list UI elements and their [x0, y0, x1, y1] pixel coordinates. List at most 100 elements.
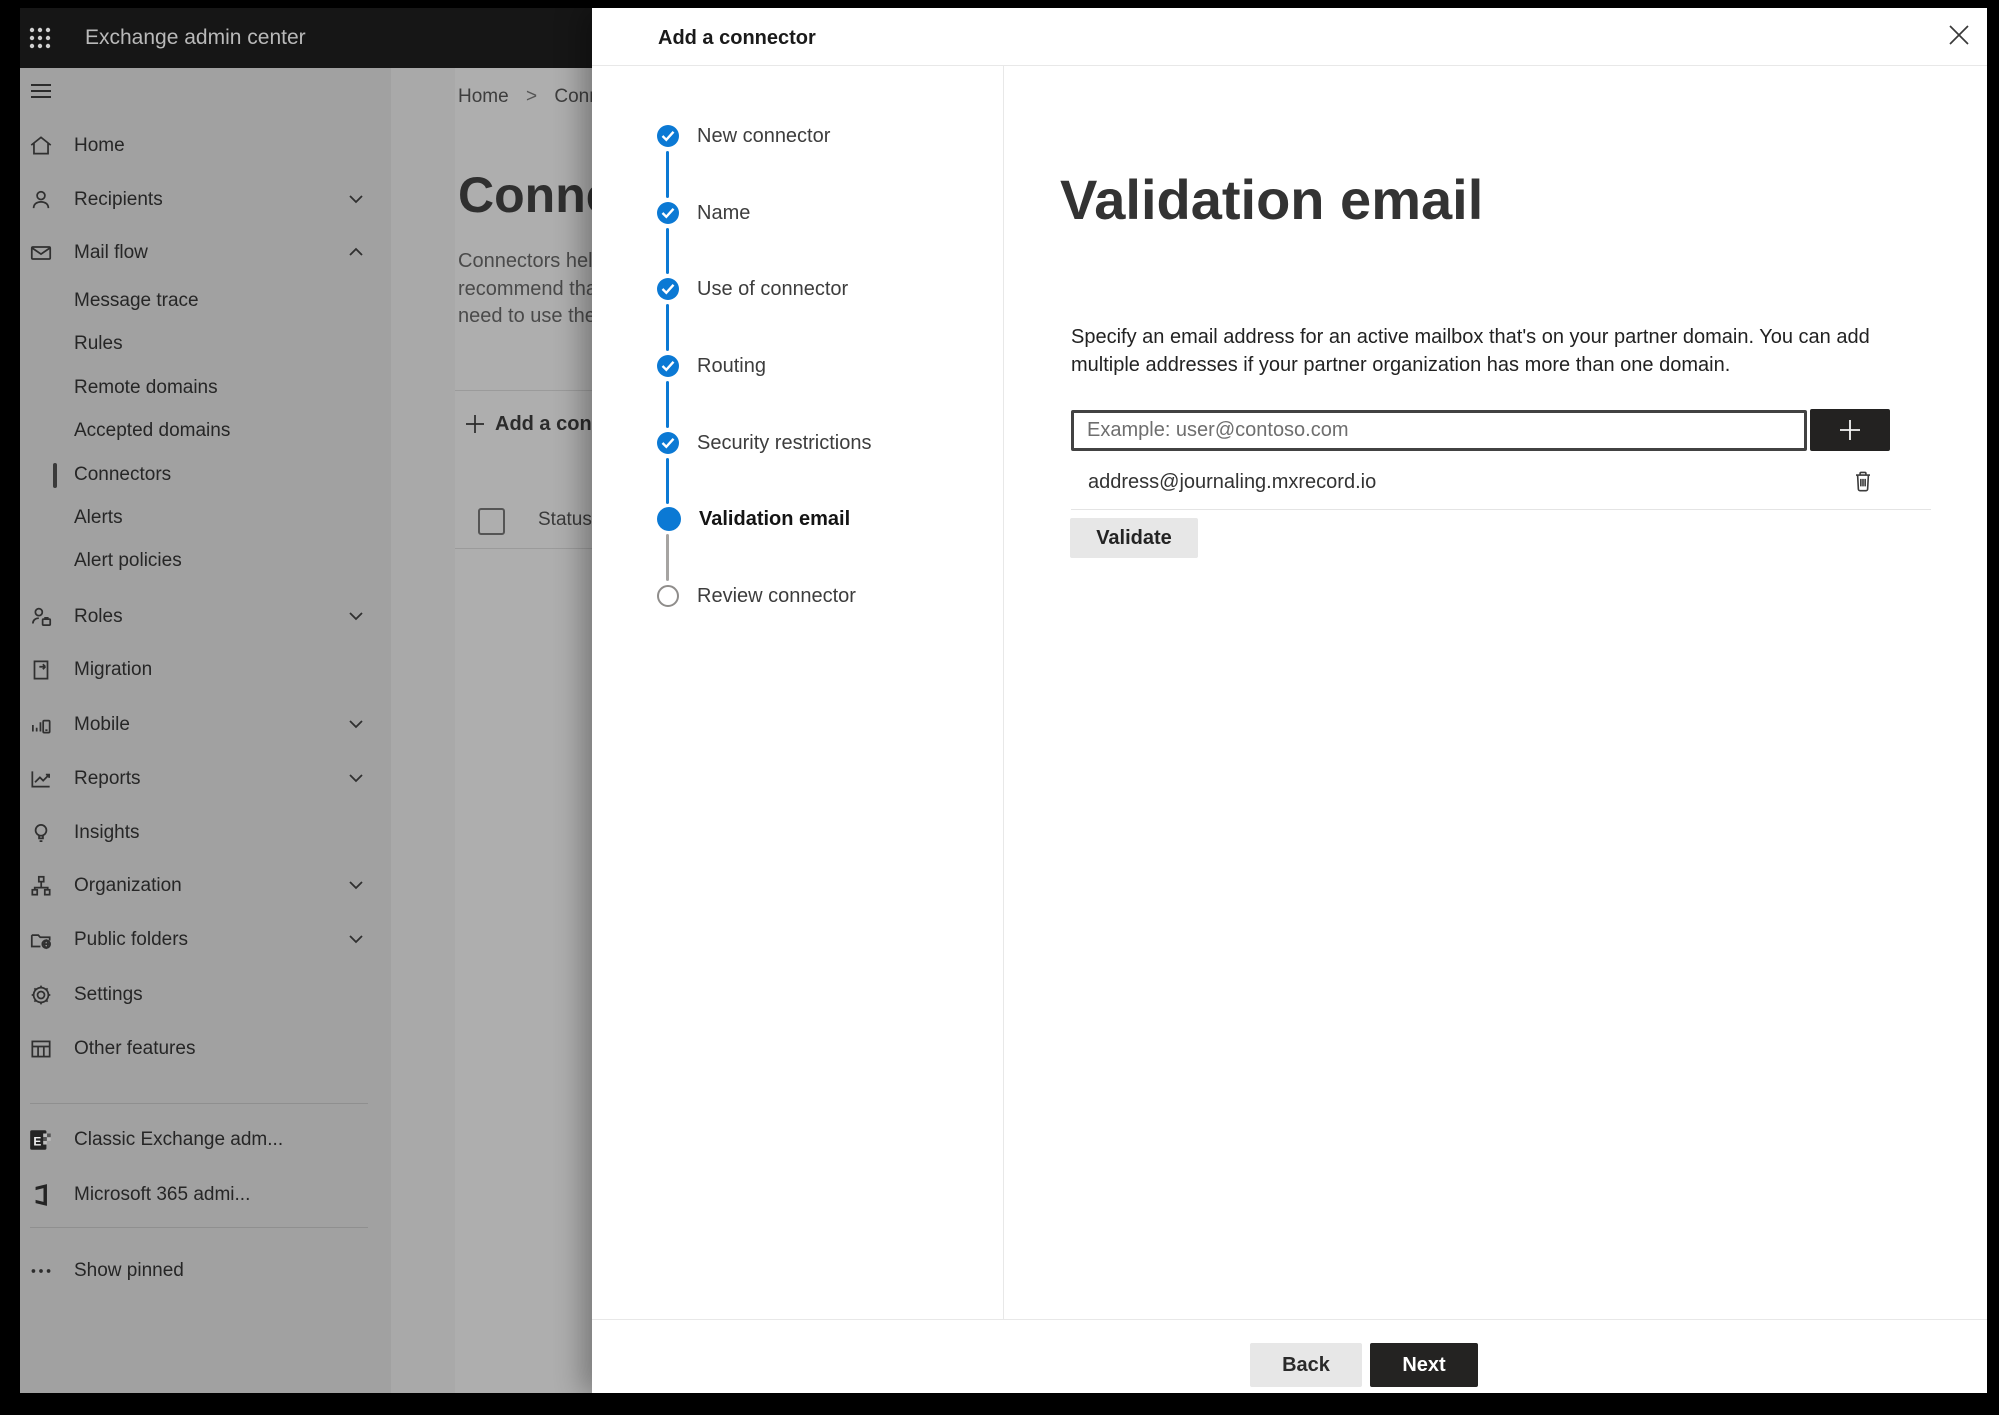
step-security-restrictions[interactable]: Security restrictions [657, 423, 872, 463]
sidebar-item-alerts[interactable]: Alerts [20, 498, 391, 538]
breadcrumb-separator: > [525, 86, 538, 107]
sidebar-divider [30, 1103, 368, 1104]
ellipsis-icon [28, 1258, 54, 1284]
sidebar-item-label: Reports [74, 768, 141, 789]
step-label: Name [697, 201, 751, 224]
sidebar-item-classic-exchange-admin[interactable]: E Classic Exchange adm... [20, 1120, 391, 1160]
chevron-down-icon [348, 933, 364, 945]
sidebar-item-label: Message trace [74, 290, 199, 311]
chevron-down-icon [348, 772, 364, 784]
sidebar-item-label: Roles [74, 606, 123, 627]
app-launcher-icon[interactable] [28, 26, 52, 50]
dialog-header-divider [592, 65, 1987, 66]
sidebar-item-settings[interactable]: Settings [20, 975, 391, 1015]
intro-line: recommend tha [458, 277, 597, 300]
chevron-up-icon [348, 246, 364, 258]
sidebar-item-mobile[interactable]: Mobile [20, 705, 391, 745]
organization-icon [28, 873, 54, 899]
step-connector-line [665, 151, 669, 198]
sidebar-item-accepted-domains[interactable]: Accepted domains [20, 411, 391, 451]
sidebar-item-alert-policies[interactable]: Alert policies [20, 541, 391, 581]
sidebar-item-migration[interactable]: Migration [20, 650, 391, 690]
sidebar-item-remote-domains[interactable]: Remote domains [20, 368, 391, 408]
sidebar-item-organization[interactable]: Organization [20, 866, 391, 906]
step-new-connector[interactable]: New connector [657, 116, 830, 156]
email-input[interactable] [1071, 410, 1807, 451]
sidebar-item-label: Remote domains [74, 377, 218, 398]
page-intro-text: Connectors help recommend tha need to us… [458, 248, 604, 331]
public-folders-icon [28, 927, 54, 953]
step-label: Use of connector [697, 277, 849, 300]
sidebar-item-label: Accepted domains [74, 420, 231, 441]
intro-line: need to use ther [458, 305, 603, 327]
settings-icon [28, 982, 54, 1008]
mail-icon [28, 240, 54, 266]
chevron-down-icon [348, 193, 364, 205]
sidebar-item-label: Settings [74, 984, 143, 1005]
add-connector-dialog: Add a connector New connector Name Use o [592, 8, 1987, 1393]
step-connector-line [665, 458, 669, 504]
migration-icon [28, 657, 54, 683]
sidebar-item-message-trace[interactable]: Message trace [20, 281, 391, 321]
sidebar-divider [30, 1227, 368, 1228]
sidebar-item-mail-flow[interactable]: Mail flow [20, 233, 391, 273]
validate-button[interactable]: Validate [1070, 518, 1198, 558]
step-completed-icon [657, 432, 679, 454]
sidebar-item-rules[interactable]: Rules [20, 324, 391, 364]
hamburger-icon[interactable] [28, 78, 54, 104]
back-button[interactable]: Back [1250, 1343, 1362, 1387]
plus-icon [463, 412, 487, 436]
sidebar-item-home[interactable]: Home [20, 126, 391, 166]
table-header-divider [455, 548, 592, 549]
breadcrumb: Home > Conne [458, 84, 610, 110]
sidebar-item-connectors[interactable]: Connectors [20, 455, 391, 495]
add-connector-label: Add a conn [495, 413, 604, 435]
step-review-connector[interactable]: Review connector [657, 576, 856, 616]
sidebar-item-label: Mail flow [74, 242, 148, 263]
screenshot-frame: Exchange admin center Home Recipients Ma… [0, 0, 1999, 1415]
sidebar-item-other-features[interactable]: Other features [20, 1029, 391, 1069]
step-connector-line [665, 381, 669, 428]
plus-icon [1837, 417, 1863, 443]
step-label: Review connector [697, 584, 856, 607]
sidebar-item-label: Show pinned [74, 1260, 184, 1281]
sidebar-item-label: Rules [74, 333, 123, 354]
status-column-header[interactable]: Status [538, 508, 592, 532]
close-button[interactable] [1942, 18, 1976, 52]
sidebar-item-insights[interactable]: Insights [20, 813, 391, 853]
home-icon [28, 133, 54, 159]
step-routing[interactable]: Routing [657, 346, 766, 386]
step-label: Routing [697, 354, 766, 377]
toolbar-divider [455, 390, 592, 391]
other-features-icon [28, 1036, 54, 1062]
reports-icon [28, 766, 54, 792]
step-use-of-connector[interactable]: Use of connector [657, 269, 848, 309]
description-line: multiple addresses if your partner organ… [1071, 353, 1731, 376]
sidebar-item-microsoft-365-admin[interactable]: Microsoft 365 admi... [20, 1175, 391, 1215]
step-connector-line [665, 304, 669, 351]
classic-exchange-icon: E [28, 1127, 54, 1153]
email-row-divider [1071, 509, 1931, 510]
intro-line: Connectors help [458, 250, 604, 272]
step-current-icon [657, 507, 681, 531]
next-button[interactable]: Next [1370, 1343, 1478, 1387]
sidebar-item-roles[interactable]: Roles [20, 597, 391, 637]
sidebar-item-reports[interactable]: Reports [20, 759, 391, 799]
delete-email-button[interactable] [1848, 464, 1880, 498]
sidebar-item-recipients[interactable]: Recipients [20, 180, 391, 220]
sidebar-item-show-pinned[interactable]: Show pinned [20, 1251, 391, 1291]
validation-email-heading: Validation email [1060, 168, 1484, 231]
chevron-down-icon [348, 879, 364, 891]
person-icon [28, 187, 54, 213]
select-all-checkbox[interactable] [478, 508, 505, 535]
sidebar-item-public-folders[interactable]: Public folders [20, 920, 391, 960]
step-validation-email[interactable]: Validation email [657, 499, 850, 539]
step-completed-icon [657, 278, 679, 300]
add-email-button[interactable] [1810, 409, 1890, 451]
sidebar-item-label: Insights [74, 822, 140, 843]
step-label: New connector [697, 124, 831, 147]
step-name[interactable]: Name [657, 193, 750, 233]
sidebar-item-label: Classic Exchange adm... [74, 1129, 284, 1150]
breadcrumb-home-link[interactable]: Home [458, 86, 509, 107]
chevron-down-icon [348, 610, 364, 622]
